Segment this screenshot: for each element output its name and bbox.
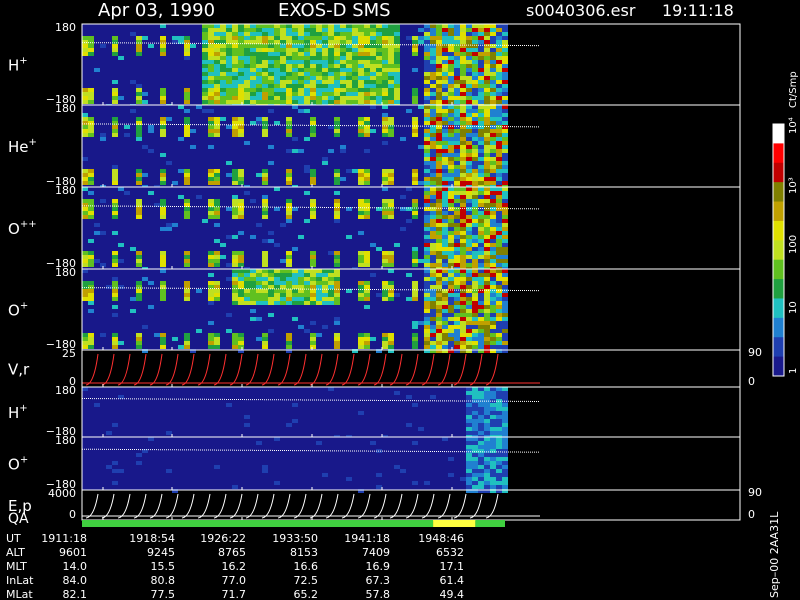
footer-cell: 49.4 — [440, 588, 465, 600]
right-tick: 90 — [748, 346, 762, 359]
footer-cell: 1933:50 — [272, 532, 318, 545]
colorbar-segment — [773, 279, 784, 299]
ytick-top: 180 — [55, 434, 76, 447]
footer-cell: 80.8 — [151, 574, 176, 587]
footer-row-label: ALT — [6, 546, 25, 559]
ytick-top: 180 — [55, 102, 76, 115]
colorbar-tick: 10³ — [788, 177, 799, 194]
colorbar-tick: 10⁴ — [788, 117, 799, 134]
ytick-top: 180 — [55, 266, 76, 279]
qa-segment — [433, 520, 476, 527]
colorbar-segment — [773, 337, 784, 358]
ytick-top: 180 — [55, 384, 76, 397]
ytick-top: 180 — [55, 21, 76, 34]
footer-cell: 1926:22 — [200, 532, 246, 545]
footer-cell: 14.0 — [63, 560, 88, 573]
footer-cell: 9601 — [59, 546, 87, 559]
footer-cell: 8153 — [290, 546, 318, 559]
footer-row-label: InLat — [6, 574, 34, 587]
colorbar-segment — [773, 259, 784, 280]
colorbar-segment — [773, 124, 784, 144]
colorbar-segment — [773, 220, 784, 241]
footer-cell: 16.2 — [222, 560, 247, 573]
colorbar-tick: 10 — [788, 301, 799, 314]
footer-cell: 6532 — [436, 546, 464, 559]
ytick-bottom: 0 — [69, 508, 76, 521]
colorbar-segment — [773, 162, 784, 183]
footer-cell: 61.4 — [440, 574, 465, 587]
footer-cell: 65.2 — [294, 588, 319, 600]
footer-cell: 1918:54 — [129, 532, 175, 545]
colorbar-segment — [773, 298, 784, 319]
side-label: Sep–00 2AA31L — [768, 511, 781, 598]
date-title: Apr 03, 1990 — [98, 0, 215, 21]
instrument-title: EXOS-D SMS — [278, 0, 391, 21]
right-tick: 0 — [748, 508, 755, 521]
qa-segment — [475, 520, 505, 527]
footer-cell: 15.5 — [151, 560, 176, 573]
footer-cell: 67.3 — [366, 574, 391, 587]
colorbar-segment — [773, 240, 784, 261]
colorbar-segment — [773, 201, 784, 222]
footer-row-label: MLT — [6, 560, 27, 573]
header-time: 19:11:18 — [662, 1, 734, 20]
footer-cell: 7409 — [362, 546, 390, 559]
colorbar-segment — [773, 143, 784, 164]
footer-cell: 17.1 — [440, 560, 465, 573]
footer-cell: 72.5 — [294, 574, 319, 587]
footer-cell: 16.6 — [294, 560, 319, 573]
footer-cell: 8765 — [218, 546, 246, 559]
file-name: s0040306.esr — [526, 1, 636, 20]
footer-row-label: UT — [6, 532, 21, 545]
footer-cell: 77.0 — [222, 574, 247, 587]
right-tick: 0 — [748, 375, 755, 388]
right-tick: 90 — [748, 486, 762, 499]
footer-cell: 1941:18 — [344, 532, 390, 545]
colorbar-unit: Ct/Smp — [788, 71, 799, 108]
footer-cell: 1948:46 — [418, 532, 464, 545]
footer-cell: 1911:18 — [41, 532, 87, 545]
footer-row-label: MLat — [6, 588, 33, 600]
colorbar-segment — [773, 182, 784, 203]
ytick-top: 4000 — [48, 487, 76, 500]
footer-cell: 16.9 — [366, 560, 391, 573]
footer-cell: 9245 — [147, 546, 175, 559]
ytick-top: 25 — [62, 347, 76, 360]
qa-segment — [82, 520, 434, 527]
spectrogram-figure: Apr 03, 1990 EXOS-D SMS s0040306.esr 19:… — [0, 0, 800, 600]
qa-label: QA — [8, 511, 29, 527]
footer-cell: 77.5 — [151, 588, 176, 600]
colorbar-tick: 100 — [788, 235, 799, 254]
colorbar-tick: 1 — [788, 368, 799, 374]
footer-cell: 84.0 — [63, 574, 88, 587]
colorbar-segment — [773, 356, 784, 377]
panel-label: V,r — [8, 361, 30, 379]
ytick-top: 180 — [55, 184, 76, 197]
footer-cell: 71.7 — [222, 588, 247, 600]
footer-cell: 82.1 — [63, 588, 88, 600]
colorbar-segment — [773, 317, 784, 338]
footer-cell: 57.8 — [366, 588, 391, 600]
